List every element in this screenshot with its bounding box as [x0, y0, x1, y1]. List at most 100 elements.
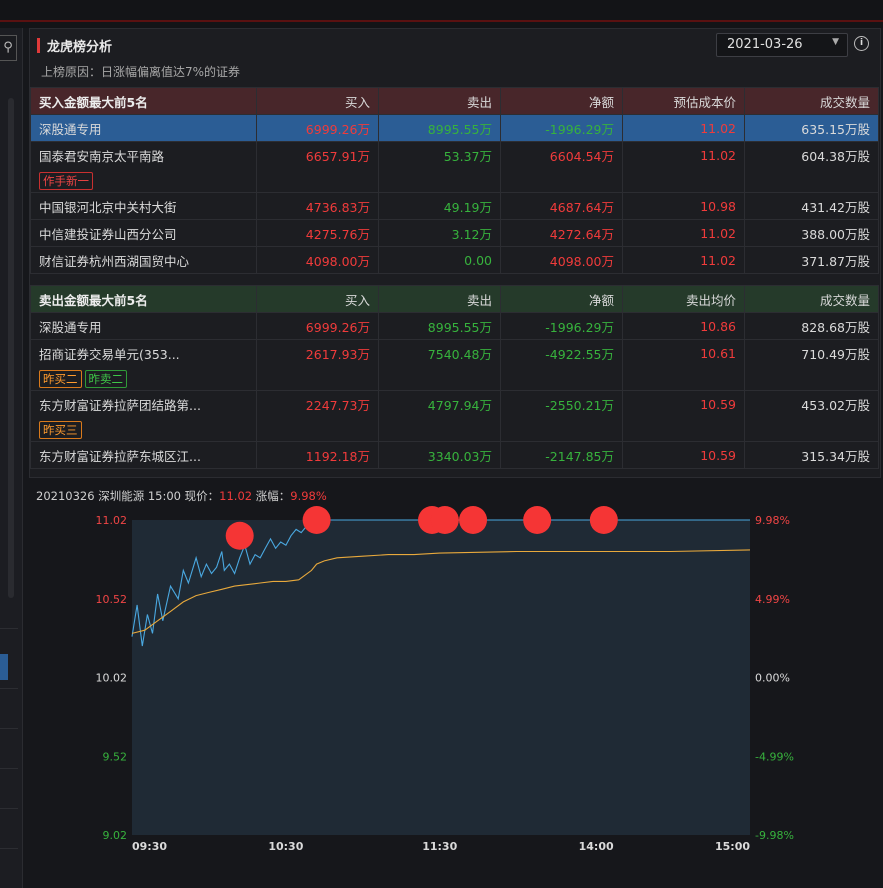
buy-cell-price: 11.02 [622, 246, 745, 274]
sell-cell-buy: 2617.93万 [256, 339, 379, 366]
y-right-tick-label: 4.99% [755, 593, 790, 606]
sell-header-cell: 卖出金额最大前5名 [30, 285, 257, 313]
buy-header-cell[interactable]: 净额 [500, 87, 623, 115]
buy-header-cell[interactable]: 成交数量 [744, 87, 879, 115]
chevron-down-icon: ▼ [832, 37, 839, 47]
sell-header-cell[interactable]: 卖出均价 [622, 285, 745, 313]
buy-tag-cell [500, 168, 623, 193]
buy-row[interactable]: 国泰君安南京太平南路 6657.91万 53.37万 6604.54万 11.02 604… [30, 141, 879, 168]
y-right-tick-label: 9.98% [755, 514, 790, 527]
buy-cell-buy: 6657.91万 [256, 141, 379, 168]
buy-header-cell[interactable]: 买入 [256, 87, 379, 115]
sell-row[interactable]: 东方财富证券拉萨团结路第... 2247.73万 4797.94万 -2550.21万… [30, 390, 879, 417]
top-accent-line [0, 20, 883, 22]
sell-header-cell[interactable]: 卖出 [378, 285, 501, 313]
y-left-tick-label: 9.02 [103, 829, 128, 842]
sell-cell-price: 10.59 [622, 390, 745, 417]
buy-tag-cell [378, 168, 501, 193]
y-left-tick-label: 11.02 [96, 514, 128, 527]
sell-tag-cell: 昨买三 [30, 417, 257, 442]
sell-header-row: 卖出金额最大前5名 买入 卖出 净额 卖出均价 成交数量 [30, 285, 879, 313]
divider [0, 688, 18, 689]
info-icon[interactable]: i [854, 36, 869, 51]
buy-row[interactable]: 中国银河北京中关村大街 4736.83万 49.19万 4687.64万 10.98 43… [30, 192, 879, 220]
buy-row[interactable]: 财信证券杭州西湖国贸中心 4098.00万 0.00 4098.00万 11.02 371… [30, 246, 879, 274]
buy-cell-volume: 388.00万股 [744, 219, 879, 247]
x-tick-label: 15:00 [715, 840, 750, 853]
y-left-tick-label: 10.02 [96, 672, 128, 685]
divider [0, 848, 18, 849]
sell-cell-price: 10.86 [622, 312, 745, 340]
seat-tag[interactable]: 昨卖二 [84, 370, 127, 388]
buy-header-cell[interactable]: 预估成本价 [622, 87, 745, 115]
x-tick-label: 09:30 [132, 840, 167, 853]
sell-tag-cell [500, 417, 623, 442]
buy-row[interactable]: 深股通专用 6999.26万 8995.55万 -1996.29万 11.02 635.1… [30, 114, 879, 142]
buy-cell-net: 4687.64万 [500, 192, 623, 220]
buy-cell-buy: 4098.00万 [256, 246, 379, 274]
sell-cell-buy: 6999.26万 [256, 312, 379, 340]
divider [0, 728, 18, 729]
seat-tag[interactable]: 昨买二 [39, 370, 82, 388]
buy-cell-volume: 371.87万股 [744, 246, 879, 274]
buy-cell-buy: 4736.83万 [256, 192, 379, 220]
sell-header-cell[interactable]: 净额 [500, 285, 623, 313]
sell-tag-cell: 昨买二 昨卖二 [30, 366, 257, 391]
buy-table: 买入金额最大前5名 买入 卖出 净额 预估成本价 成交数量 深股通专用 6999.26万 899… [30, 87, 879, 274]
y-right-tick-label: -9.98% [755, 829, 794, 842]
buy-cell-net: 6604.54万 [500, 141, 623, 168]
sell-cell-name: 东方财富证券拉萨团结路第... [30, 390, 257, 417]
panel-header: 龙虎榜分析 2021-03-26 ▼ i [30, 29, 880, 61]
buy-tag-cell [622, 168, 745, 193]
buy-tag-cell [744, 168, 879, 193]
sell-tag-cell [744, 366, 879, 391]
y-left-tick-label: 9.52 [103, 750, 128, 763]
left-scrollbar[interactable] [8, 98, 14, 598]
buy-cell-sell: 8995.55万 [378, 114, 501, 142]
sell-tag-cell [256, 417, 379, 442]
buy-cell-price: 10.98 [622, 192, 745, 220]
buy-header-cell: 买入金额最大前5名 [30, 87, 257, 115]
sell-tag-cell [500, 366, 623, 391]
sell-row[interactable]: 东方财富证券拉萨东城区江... 1192.18万 3340.03万 -2147.85万… [30, 441, 879, 469]
sell-tag-row: 昨买三 [30, 417, 879, 442]
buy-cell-sell: 3.12万 [378, 219, 501, 247]
buy-cell-name: 深股通专用 [30, 114, 257, 142]
buy-tag-cell [256, 168, 379, 193]
buy-cell-name: 财信证券杭州西湖国贸中心 [30, 246, 257, 274]
buy-tag-cell: 作手新一 [30, 168, 257, 193]
buy-cell-buy: 6999.26万 [256, 114, 379, 142]
trade-marker [589, 506, 618, 534]
sell-cell-volume: 453.02万股 [744, 390, 879, 417]
buy-header-row: 买入金额最大前5名 买入 卖出 净额 预估成本价 成交数量 [30, 87, 879, 115]
sell-tag-cell [744, 417, 879, 442]
sell-cell-net: -2550.21万 [500, 390, 623, 417]
x-tick-label: 10:30 [268, 840, 303, 853]
buy-cell-price: 11.02 [622, 114, 745, 142]
intraday-chart: 20210326 深圳能源 15:00 现价：11.02 涨幅：9.98% 11… [29, 484, 879, 888]
sell-cell-buy: 1192.18万 [256, 441, 379, 469]
seat-tag[interactable]: 作手新一 [39, 172, 93, 190]
sell-cell-name: 东方财富证券拉萨东城区江... [30, 441, 257, 469]
seat-tag[interactable]: 昨买三 [39, 421, 82, 439]
search-icon[interactable]: ⚲ [0, 35, 17, 61]
buy-cell-sell: 0.00 [378, 246, 501, 274]
buy-cell-price: 11.02 [622, 219, 745, 247]
left-selected-item[interactable] [0, 654, 8, 680]
sell-row[interactable]: 招商证券交易单元(353... 2617.93万 7540.48万 -4922.55万… [30, 339, 879, 366]
trade-marker [459, 506, 488, 534]
sell-row[interactable]: 深股通专用 6999.26万 8995.55万 -1996.29万 10.86 828.6… [30, 312, 879, 340]
buy-row[interactable]: 中信建投证券山西分公司 4275.76万 3.12万 4272.64万 11.02 388… [30, 219, 879, 247]
buy-tag-row: 作手新一 [30, 168, 879, 193]
date-select[interactable]: 2021-03-26 ▼ [716, 33, 848, 57]
sell-cell-volume: 710.49万股 [744, 339, 879, 366]
sell-header-cell[interactable]: 成交数量 [744, 285, 879, 313]
divider [0, 628, 18, 629]
sell-cell-sell: 4797.94万 [378, 390, 501, 417]
trade-marker [430, 506, 459, 534]
sell-header-cell[interactable]: 买入 [256, 285, 379, 313]
buy-header-cell[interactable]: 卖出 [378, 87, 501, 115]
divider [0, 808, 18, 809]
buy-cell-sell: 49.19万 [378, 192, 501, 220]
sell-tag-cell [622, 366, 745, 391]
